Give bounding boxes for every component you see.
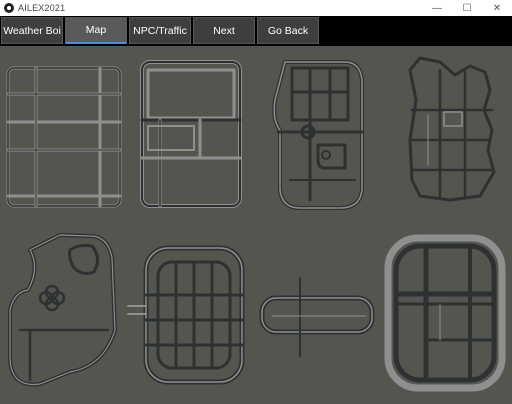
map-thumbnail-5[interactable]: [8, 233, 117, 387]
toolbar: Weather Boi Map NPC/Traffic Next Go Back: [0, 16, 512, 46]
maximize-icon[interactable]: ☐: [452, 0, 482, 16]
close-icon[interactable]: ✕: [482, 0, 512, 16]
map-thumbnail-8[interactable]: [384, 234, 506, 392]
npc-traffic-button[interactable]: NPC/Traffic: [129, 17, 191, 44]
map-thumbnail-1[interactable]: [6, 66, 122, 208]
app-icon: [4, 3, 14, 13]
title-bar: AILEX2021 — ☐ ✕: [0, 0, 512, 16]
next-button[interactable]: Next: [193, 17, 255, 44]
minimize-icon[interactable]: —: [422, 0, 452, 16]
map-thumbnail-2[interactable]: [140, 60, 242, 208]
map-thumbnail-4[interactable]: [408, 56, 496, 202]
weather-button[interactable]: Weather Boi: [1, 17, 63, 44]
map-thumbnail-3[interactable]: [272, 60, 364, 210]
go-back-button[interactable]: Go Back: [257, 17, 319, 44]
map-gallery: [0, 46, 512, 404]
map-thumbnail-6[interactable]: [127, 245, 245, 385]
map-thumbnail-7[interactable]: [259, 277, 375, 357]
map-button[interactable]: Map: [65, 17, 127, 44]
window-title: AILEX2021: [18, 3, 66, 13]
